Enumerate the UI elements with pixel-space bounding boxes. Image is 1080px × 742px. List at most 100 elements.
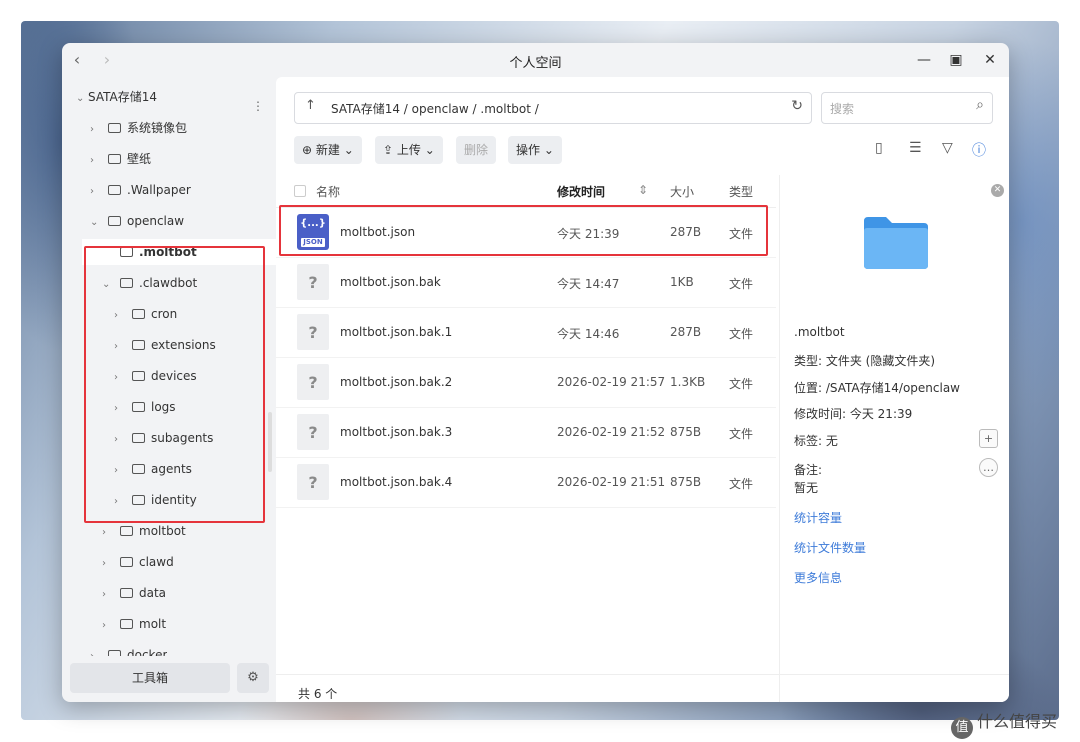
file-size: 875B bbox=[670, 475, 702, 489]
file-name[interactable]: moltbot.json.bak.3 bbox=[340, 425, 452, 439]
chevron-down-icon[interactable]: ⌄ bbox=[90, 210, 102, 236]
file-modified: 2026-02-19 21:52 bbox=[557, 425, 666, 439]
file-modified: 今天 14:46 bbox=[557, 327, 620, 341]
file-name[interactable]: moltbot.json.bak bbox=[340, 275, 441, 289]
operations-button[interactable]: 操作 ⌄ bbox=[508, 136, 562, 164]
sidebar-item-sata-14[interactable]: ⌄ SATA存储14 bbox=[76, 84, 157, 110]
sidebar-item-data[interactable]: › data bbox=[102, 580, 166, 606]
chevron-right-icon[interactable]: › bbox=[90, 117, 102, 143]
close-details-icon[interactable]: ✕ bbox=[991, 184, 1004, 197]
stat-file-count-link[interactable]: 统计文件数量 bbox=[794, 539, 866, 556]
chevron-right-icon[interactable]: › bbox=[102, 520, 114, 546]
main-panel: ↑ SATA存储14 / openclaw / .moltbot / ↻ 搜索 … bbox=[276, 77, 1009, 702]
sidebar-item-label: docker bbox=[127, 648, 168, 656]
chevron-right-icon[interactable]: › bbox=[90, 148, 102, 174]
sidebar-item-openclaw[interactable]: ⌄ openclaw bbox=[90, 208, 184, 234]
chevron-right-icon[interactable]: › bbox=[90, 644, 102, 656]
header-type[interactable]: 类型 bbox=[729, 183, 753, 200]
upload-icon: ⇪ bbox=[383, 143, 394, 157]
search-input[interactable]: 搜索 ⌕ bbox=[821, 92, 993, 124]
sidebar-item--[interactable]: › 壁纸 bbox=[90, 146, 151, 172]
sidebar-item-molt[interactable]: › molt bbox=[102, 611, 166, 637]
file-size: 1KB bbox=[670, 275, 694, 289]
file-type: 文件 bbox=[729, 427, 754, 441]
refresh-icon[interactable]: ↻ bbox=[791, 98, 803, 114]
new-button[interactable]: ⊕ 新建 ⌄ bbox=[294, 136, 362, 164]
details-location: 位置: /SATA存储14/openclaw bbox=[794, 381, 960, 395]
highlight-box-json-row bbox=[279, 205, 768, 256]
watermark-text: 什么值得买 bbox=[977, 712, 1058, 731]
file-name[interactable]: moltbot.json.bak.1 bbox=[340, 325, 452, 339]
sidebar-item-label: clawd bbox=[139, 555, 174, 569]
maximize-button[interactable]: ▣ bbox=[946, 50, 966, 70]
path-text[interactable]: SATA存储14 / openclaw / .moltbot / bbox=[331, 100, 539, 117]
sort-arrows-icon[interactable]: ⇕ bbox=[638, 183, 648, 197]
file-row[interactable]: ? moltbot.json.bak.3 2026-02-19 21:52 875B 文… bbox=[276, 407, 776, 458]
new-button-label: 新建 ⌄ bbox=[315, 143, 354, 157]
sidebar-item-label: SATA存储14 bbox=[88, 90, 157, 104]
file-row[interactable]: ? moltbot.json.bak.1 今天 14:46 287B 文件 bbox=[276, 307, 776, 358]
info-icon[interactable]: ⓘ bbox=[972, 140, 986, 160]
file-type: 文件 bbox=[729, 277, 754, 291]
search-icon[interactable]: ⌕ bbox=[976, 97, 984, 113]
chevron-down-icon[interactable]: ⌄ bbox=[76, 86, 88, 112]
sort-list-icon[interactable]: ☰ bbox=[909, 140, 922, 156]
question-mark-icon: ? bbox=[308, 273, 318, 292]
question-mark-icon: ? bbox=[308, 423, 318, 442]
file-name[interactable]: moltbot.json.bak.4 bbox=[340, 475, 452, 489]
select-all-checkbox[interactable] bbox=[294, 185, 306, 197]
up-arrow-icon[interactable]: ↑ bbox=[305, 98, 316, 113]
unknown-file-icon: ? bbox=[297, 464, 329, 500]
toolbox-button[interactable]: 工具箱 bbox=[70, 663, 230, 693]
folder-icon bbox=[108, 650, 121, 656]
file-type: 文件 bbox=[729, 477, 754, 491]
view-mode-icon[interactable]: ▯ bbox=[875, 140, 883, 156]
chevron-right-icon[interactable]: › bbox=[102, 613, 114, 639]
unknown-file-icon: ? bbox=[297, 364, 329, 400]
settings-gear-button[interactable]: ⚙ bbox=[237, 663, 269, 693]
chevron-right-icon[interactable]: › bbox=[90, 179, 102, 205]
file-row[interactable]: ? moltbot.json.bak 今天 14:47 1KB 文件 bbox=[276, 257, 776, 308]
sidebar-item-docker[interactable]: › docker bbox=[90, 642, 167, 656]
details-type: 类型: 文件夹 (隐藏文件夹) bbox=[794, 354, 936, 368]
header-modified[interactable]: 修改时间 bbox=[557, 183, 605, 200]
delete-button[interactable]: 删除 bbox=[456, 136, 497, 164]
add-tag-button[interactable]: + bbox=[979, 429, 998, 448]
edit-notes-button[interactable]: … bbox=[979, 458, 998, 477]
file-row[interactable]: ? moltbot.json.bak.4 2026-02-19 21:51 875B 文… bbox=[276, 457, 776, 508]
details-modified: 修改时间: 今天 21:39 bbox=[794, 407, 913, 421]
file-modified: 2026-02-19 21:51 bbox=[557, 475, 666, 489]
folder-icon bbox=[108, 185, 121, 195]
chevron-right-icon[interactable]: › bbox=[102, 551, 114, 577]
file-name[interactable]: moltbot.json.bak.2 bbox=[340, 375, 452, 389]
highlight-box-sidebar bbox=[84, 246, 265, 523]
details-notes-label: 备注: bbox=[794, 463, 823, 477]
more-options-icon[interactable]: ⋮ bbox=[252, 99, 264, 113]
details-tags: 标签: 无 bbox=[794, 434, 838, 448]
footer-divider bbox=[276, 674, 1009, 675]
header-name[interactable]: 名称 bbox=[316, 183, 340, 200]
more-info-link[interactable]: 更多信息 bbox=[794, 569, 842, 586]
item-count: 共 6 个 bbox=[298, 687, 338, 701]
folder-icon bbox=[108, 154, 121, 164]
header-size[interactable]: 大小 bbox=[670, 183, 694, 200]
file-modified: 2026-02-19 21:57 bbox=[557, 375, 666, 389]
upload-button[interactable]: ⇪ 上传 ⌄ bbox=[375, 136, 443, 164]
close-window-button[interactable]: ✕ bbox=[980, 50, 1000, 70]
minimize-button[interactable]: — bbox=[914, 50, 934, 70]
watermark-logo-icon: 值 bbox=[951, 717, 973, 739]
folder-icon bbox=[120, 588, 133, 598]
path-bar[interactable]: ↑ SATA存储14 / openclaw / .moltbot / ↻ bbox=[294, 92, 812, 124]
file-list-header: 名称 修改时间 ⇕ 大小 类型 bbox=[276, 175, 776, 208]
sidebar-item-label: molt bbox=[139, 617, 167, 631]
filter-icon[interactable]: ▽ bbox=[942, 140, 953, 156]
sidebar-item-wallpaper[interactable]: › .Wallpaper bbox=[90, 177, 191, 203]
stat-capacity-link[interactable]: 统计容量 bbox=[794, 509, 842, 526]
chevron-right-icon[interactable]: › bbox=[102, 582, 114, 608]
sidebar-item--[interactable]: › 系统镜像包 bbox=[90, 115, 187, 141]
folder-icon bbox=[120, 526, 133, 536]
sidebar-item-label: 壁纸 bbox=[127, 152, 152, 166]
file-row[interactable]: ? moltbot.json.bak.2 2026-02-19 21:57 1.3KB… bbox=[276, 357, 776, 408]
sidebar-scrollbar[interactable] bbox=[268, 412, 272, 472]
sidebar-item-clawd[interactable]: › clawd bbox=[102, 549, 174, 575]
